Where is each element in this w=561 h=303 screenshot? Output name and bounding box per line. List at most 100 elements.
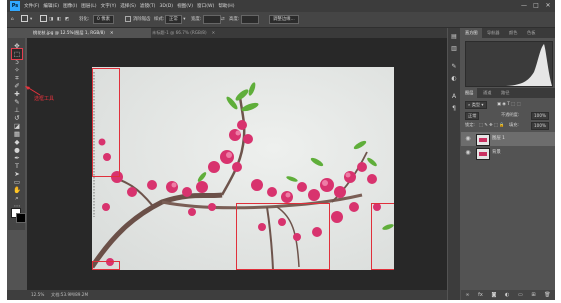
home-icon[interactable]: ⌂ — [11, 15, 14, 24]
layer-name: 图层 1 — [492, 136, 505, 141]
layer-name: 背景 — [492, 150, 501, 155]
visibility-eye-icon[interactable]: ◉ — [464, 135, 472, 143]
move-tool-icon[interactable]: ✥ — [12, 41, 22, 51]
menu-item[interactable]: 文字(Y) — [101, 3, 117, 9]
new-selection-square-icon — [40, 15, 47, 22]
refine-edge-button[interactable]: 调整边缘... — [269, 15, 299, 24]
width-field — [203, 15, 221, 24]
tab-layers[interactable]: 图层 — [461, 88, 478, 98]
delete-layer-icon[interactable]: 🗑 — [544, 292, 550, 298]
width-input[interactable] — [203, 15, 221, 24]
menu-item[interactable]: 3D(D) — [159, 4, 173, 9]
add-selection-icon[interactable]: ◨ — [49, 15, 53, 24]
tab-title: 桃花枝.jpg @ 12.5%(图层 1, RGB/8) — [33, 30, 105, 35]
new-selection-icon[interactable] — [40, 15, 49, 24]
height-input[interactable] — [241, 15, 259, 24]
add-mask-icon[interactable]: ◙ — [492, 292, 497, 298]
layer-filter[interactable]: ⌕ 类型 ▾ — [465, 101, 487, 109]
link-layers-icon[interactable]: ∞ — [465, 292, 469, 298]
style-select[interactable]: 正常 ▾ — [165, 15, 185, 24]
menu-item[interactable]: 图像(I) — [63, 3, 77, 9]
selection-box-right[interactable] — [371, 203, 394, 270]
options-bar: ⌂ ▾ ◨ ◧ ◩ 羽化: 0 像素 消除锯齿 样式: 正常 ▾ 宽度: ⇄ 高… — [7, 12, 555, 28]
feather-value: 0 像素 — [93, 15, 114, 24]
opacity-label: 不透明度: — [501, 112, 520, 117]
tab-channels[interactable]: 通道 — [479, 88, 495, 98]
intersect-selection-icon[interactable]: ◩ — [65, 15, 69, 24]
menu-item[interactable]: 文件(F) — [24, 3, 39, 9]
tab-document-2[interactable]: 未标题-1 @ 66.7% (RGB/8) ✕ — [146, 28, 264, 38]
opacity-input[interactable]: 100% — [531, 112, 549, 120]
menu-item[interactable]: 滤镜(T) — [140, 3, 156, 9]
height-field — [241, 15, 259, 24]
selection-box-bottom-left[interactable] — [92, 261, 120, 270]
layer-row-background[interactable]: ◉ 背景 — [461, 146, 555, 160]
menu-list: 文件(F) 编辑(E) 图像(I) 图层(L) 文字(Y) 选择(S) 滤镜(T) 3D(D)… — [24, 0, 235, 12]
close-button[interactable]: ✕ — [543, 1, 553, 10]
antialias-checkbox[interactable]: 消除锯齿 — [125, 15, 151, 24]
opacity-value: 100% — [531, 112, 549, 120]
adjust-icon[interactable]: ◐ — [449, 74, 459, 84]
document-tabs: 桃花枝.jpg @ 12.5%(图层 1, RGB/8) ✕ 未标题-1 @ 66… — [27, 28, 447, 38]
tools-panel: ⋯ ⌕ ✋ ▭ ➤ T ✒ ● ◆ ▦ ◪ ↺ ⊥ ✎ ✚ ✐ ⌗ ✧ ↄ ⬚ ✥ — [8, 38, 26, 230]
lock-icons[interactable]: ⬚ ✎ ✥ ⬚ 🔒 — [479, 122, 504, 128]
properties-icon[interactable]: ▥ — [449, 44, 459, 54]
selection-box-left[interactable] — [92, 68, 120, 177]
swap-icon[interactable]: ⇄ — [221, 15, 225, 24]
tab-navigator[interactable]: 导航器 — [483, 28, 504, 38]
marquee-tool-callout: 选框工具 — [34, 96, 55, 102]
subtract-selection-icon[interactable]: ◧ — [57, 15, 61, 24]
height-label: 高度: — [229, 17, 240, 22]
menu-item[interactable]: 帮助(H) — [218, 3, 234, 9]
menu-item[interactable]: 选择(S) — [120, 3, 136, 9]
tab-swatches[interactable]: 色板 — [523, 28, 539, 38]
tab-title: 未标题-1 @ 66.7% (RGB/8) — [152, 30, 207, 35]
zoom-level[interactable]: 12.5% — [31, 292, 44, 297]
document-image[interactable] — [92, 67, 394, 270]
visibility-eye-icon[interactable]: ◉ — [464, 149, 472, 157]
tab-color[interactable]: 颜色 — [505, 28, 521, 38]
tab-document-active[interactable]: 桃花枝.jpg @ 12.5%(图层 1, RGB/8) ✕ — [27, 28, 151, 38]
tab-histogram[interactable]: 直方图 — [461, 28, 482, 38]
blend-mode-select[interactable]: 正常 — [465, 112, 480, 120]
tab-paths[interactable]: 路径 — [497, 88, 513, 98]
fill-label: 填充: — [509, 122, 519, 127]
width-label: 宽度: — [191, 17, 202, 22]
brush-panel-icon[interactable]: ✎ — [449, 62, 459, 72]
menu-item[interactable]: 窗口(W) — [197, 3, 214, 9]
document-size: 文档:53.9M/89.2M — [51, 292, 89, 297]
group-folder-icon[interactable]: ▭ — [518, 292, 523, 298]
fill-value: 100% — [531, 122, 549, 130]
refine-edge-label: 调整边缘... — [269, 15, 299, 24]
antialias-label: 消除锯齿 — [133, 17, 151, 22]
paragraph-icon[interactable]: ¶ — [449, 104, 459, 114]
fill-input[interactable]: 100% — [531, 122, 549, 130]
maximize-button[interactable]: □ — [531, 1, 541, 10]
photoshop-window: Ps 文件(F) 编辑(E) 图像(I) 图层(L) 文字(Y) 选择(S) 滤镜(T) 3D… — [7, 0, 555, 300]
adjustment-layer-icon[interactable]: ◐ — [505, 292, 509, 298]
menu-item[interactable]: 图层(L) — [81, 3, 96, 9]
histogram-graph — [465, 41, 553, 87]
feather-input[interactable]: 0 像素 — [93, 15, 114, 24]
right-panels: 直方图 导航器 颜色 色板 图层 通道 路径 ⌕ 类型 ▾ ▣ ◉ T ⬚ ⬚ … — [461, 28, 555, 300]
marquee-tool-preset[interactable]: ▾ — [21, 15, 32, 24]
feather-label: 羽化: — [79, 17, 90, 22]
history-icon[interactable]: ▤ — [449, 32, 459, 42]
blend-mode-value: 正常 — [465, 112, 480, 120]
layer-thumbnail — [476, 134, 490, 146]
background-color-swatch[interactable] — [16, 213, 26, 223]
menu-item[interactable]: 编辑(E) — [43, 3, 59, 9]
fx-icon[interactable]: fx — [478, 292, 483, 298]
canvas-area[interactable] — [27, 38, 447, 290]
status-bar: 12.5% 文档:53.9M/89.2M — [7, 290, 447, 300]
minimize-button[interactable]: — — [519, 1, 529, 10]
menu-bar: Ps 文件(F) 编辑(E) 图像(I) 图层(L) 文字(Y) 选择(S) 滤镜(T) 3D… — [7, 0, 555, 12]
layer-thumbnail — [476, 148, 490, 160]
character-icon[interactable]: A — [449, 92, 459, 102]
layer-row-layer1[interactable]: ◉ 图层 1 — [461, 132, 555, 146]
tab-close-icon[interactable]: ✕ — [110, 30, 114, 35]
selection-box-center[interactable] — [236, 203, 330, 270]
tab-close-icon[interactable]: ✕ — [212, 30, 216, 35]
menu-item[interactable]: 视图(V) — [177, 3, 193, 9]
new-layer-icon[interactable]: ⊞ — [531, 292, 535, 298]
